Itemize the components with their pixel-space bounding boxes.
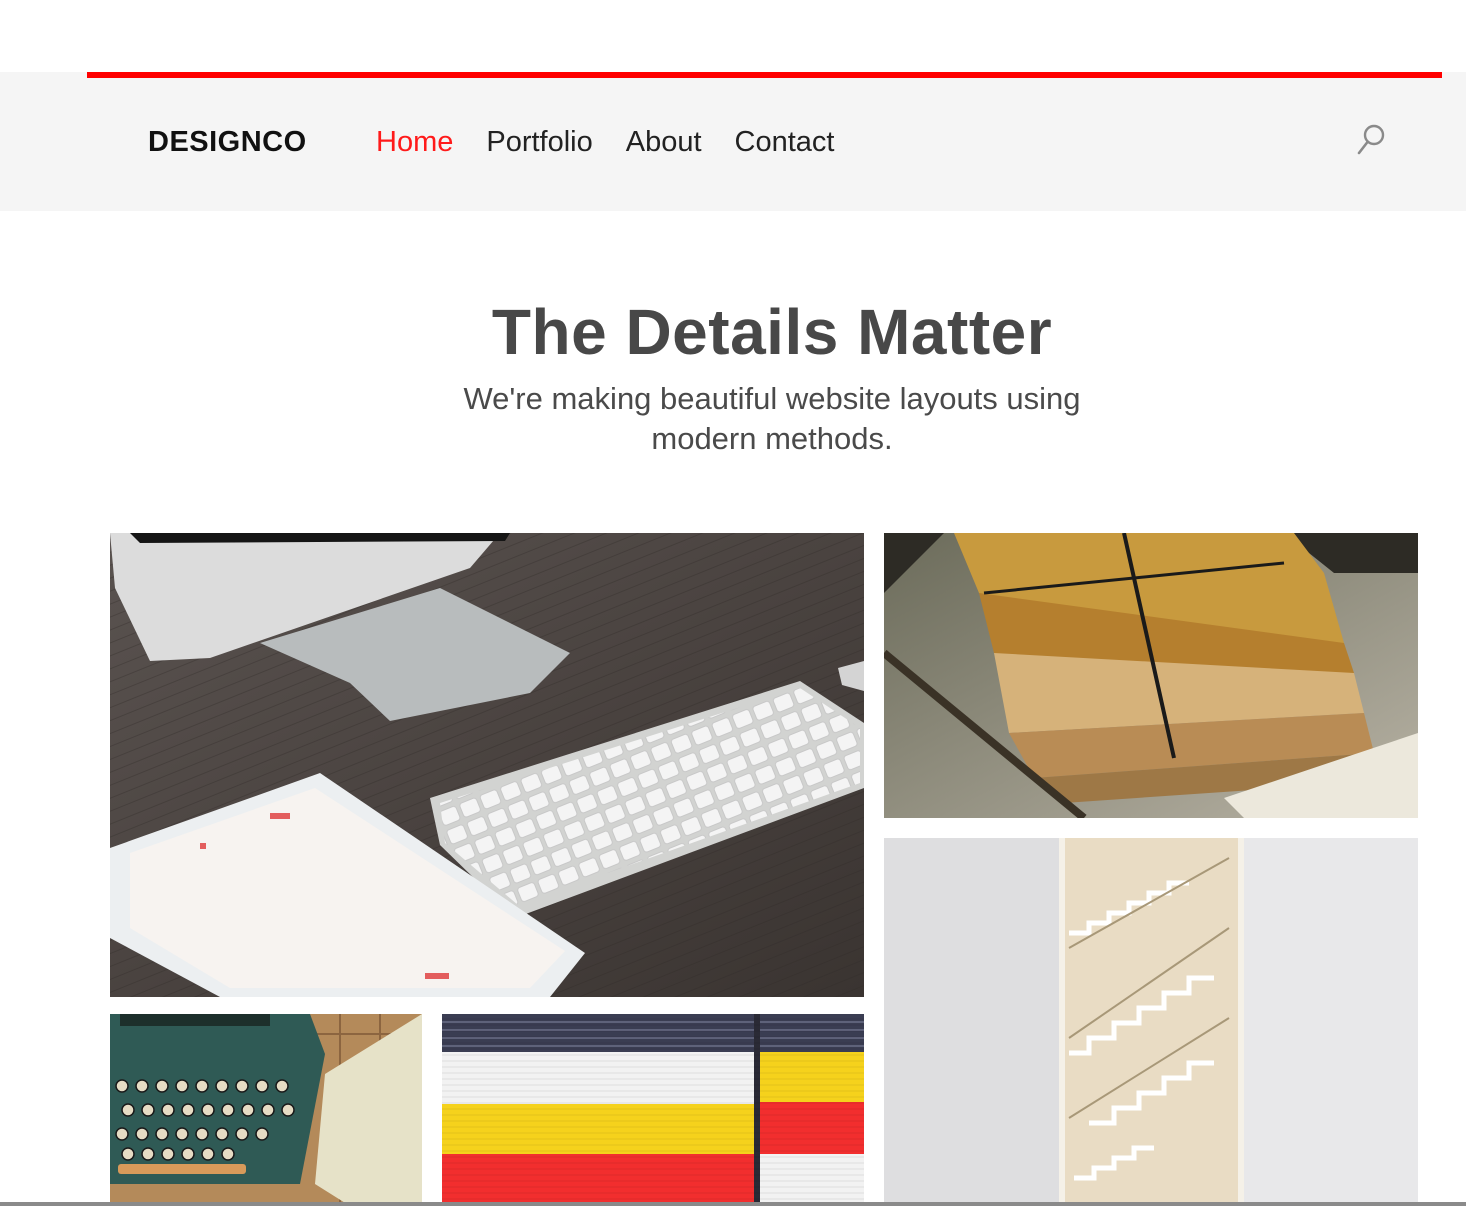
striped-colorful-wall-photo[interactable]: [442, 1014, 864, 1206]
nav-about[interactable]: About: [626, 126, 702, 159]
typewriter-photo[interactable]: [110, 1014, 422, 1206]
nav-portfolio[interactable]: Portfolio: [486, 126, 592, 159]
stack-of-paper-packages-photo[interactable]: [884, 533, 1418, 818]
hero-section: The Details Matter We're making beautifu…: [0, 295, 1466, 459]
viewport-bottom-edge: [0, 1202, 1466, 1206]
desk-imac-keyboard-ipad-photo[interactable]: [110, 533, 864, 997]
site-logo[interactable]: DESIGNCO: [148, 126, 307, 159]
hero-subtitle: We're making beautiful website layouts u…: [463, 381, 1081, 456]
nav-contact[interactable]: Contact: [735, 126, 835, 159]
hero-title: The Details Matter: [491, 296, 1053, 368]
nav-home[interactable]: Home: [376, 126, 453, 159]
staircase-photo[interactable]: [884, 838, 1418, 1206]
header-accent-bar: [87, 72, 1442, 78]
main-nav: Home Portfolio About Contact: [376, 126, 868, 159]
search-icon[interactable]: [1354, 122, 1388, 158]
